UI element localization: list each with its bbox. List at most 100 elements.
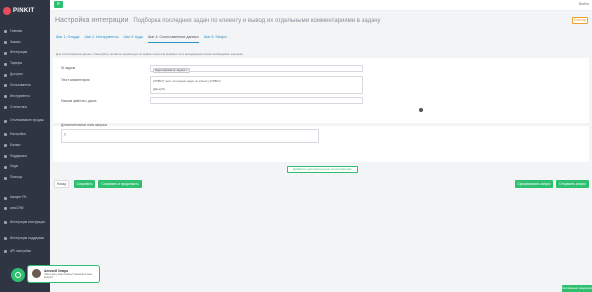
sidebar-item-label: Отслеживание продаж (10, 118, 44, 123)
settings-icon (4, 133, 7, 137)
mapping-hint: Для сопоставления данных, пожалуйста, вс… (56, 52, 243, 56)
sidebar-item-label: Доступы (10, 72, 23, 77)
sidebar-item-label: Заказы (10, 39, 21, 44)
integrations-icon (4, 51, 7, 55)
logo-text: PINKIT (13, 8, 35, 14)
sidebar-item-balance[interactable]: Баланс (0, 140, 50, 151)
files-label: Массив файлов с диска (61, 99, 97, 103)
leads-icon (4, 165, 7, 169)
sidebar-item-label: Инструменты (10, 93, 30, 98)
id-field[interactable]: Идентификатор задачи × (150, 65, 363, 74)
sidebar-item-settings[interactable]: Настройки (0, 129, 50, 140)
home-icon (4, 29, 7, 33)
gear-icon[interactable] (419, 108, 423, 112)
sidebar-item-label: Интеграции (10, 50, 28, 55)
access-icon (4, 73, 7, 77)
save-continue-button[interactable]: Сохранить и продолжить (98, 180, 142, 188)
balance-icon (4, 143, 7, 147)
tab-step-4[interactable]: Шаг 4: Сопоставление данных (147, 34, 199, 43)
logo-icon (3, 7, 11, 15)
chat-icon (15, 272, 21, 278)
chat-message: Чем я могу вам помочь? Напишите ваш вопр… (44, 273, 93, 279)
extra-label: Дополнительные поля запроса (61, 123, 107, 127)
sidebar-item-label: Настройки (10, 131, 26, 136)
tracking-icon (4, 119, 7, 123)
comment-line-2: [Дата] ID) (153, 87, 166, 91)
sidebar-item-support-integration[interactable]: Интеграция поддержки (0, 230, 50, 246)
tab-step-1[interactable]: Шаг 1: Откуда (56, 34, 79, 43)
sidebar-item-instructions[interactable]: Интеграция инструкция (0, 214, 50, 230)
account-icon (4, 196, 7, 200)
sidebar-item-account[interactable]: Аккаунт PK (0, 193, 50, 204)
crm-icon (4, 207, 7, 211)
sidebar-item-label: API настройки (10, 249, 32, 253)
support-icon (4, 154, 7, 158)
sidebar-item-label: Лиды (10, 164, 19, 169)
hamburger-icon[interactable]: ≡ (54, 1, 63, 8)
help-button[interactable]: Помощь (572, 17, 588, 24)
sidebar-item-leads[interactable]: Лиды (0, 162, 50, 173)
sidebar-item-orders[interactable]: Заказы (0, 37, 50, 48)
sidebar-item-label: Баланс (10, 142, 21, 147)
back-button[interactable]: Назад (54, 180, 69, 188)
chat-popup[interactable]: Алексей Опара Чем я могу вам помочь? Нап… (27, 265, 100, 283)
tab-step-3[interactable]: Шаг 3: Куда (123, 34, 142, 43)
comment-label: Текст комментария (61, 78, 90, 82)
sidebar: PINKIT Главная Заказы Интеграции Тарифы … (0, 0, 50, 292)
sidebar-item-crm[interactable]: amoCRM (0, 203, 50, 214)
stats-icon (4, 106, 7, 110)
sidebar-item-tariffs[interactable]: Тарифы (0, 59, 50, 70)
doc-icon (4, 220, 7, 224)
logo[interactable]: PINKIT (3, 6, 47, 16)
notifications-badge[interactable]: Системные уведомления (562, 285, 592, 292)
tab-step-5[interactable]: Шаг 5: Запуск (204, 34, 227, 43)
sidebar-item-integrations[interactable]: Интеграции (0, 48, 50, 59)
id-chip[interactable]: Идентификатор задачи × (153, 68, 190, 74)
sidebar-item-label: Помощь (10, 175, 23, 180)
comment-textarea[interactable]: [ОТВЕТ] текст последних задач по клиенту… (150, 76, 363, 94)
extra-value: [] (64, 132, 66, 136)
send-request-button[interactable]: Отправить запрос (556, 180, 589, 188)
form-request-button[interactable]: Сформировать запрос (515, 180, 553, 188)
sidebar-item-label: amoCRM (10, 206, 24, 211)
sidebar-item-label: Пользователи (10, 83, 31, 88)
sidebar-item-stats[interactable]: Статистика (0, 102, 50, 113)
sidebar-item-label: Интеграция поддержки (10, 235, 45, 240)
orders-icon (4, 40, 7, 44)
sidebar-item-support[interactable]: Поддержка (0, 151, 50, 162)
sidebar-item-label: Аккаунт PK (10, 195, 27, 200)
tariffs-icon (4, 62, 7, 66)
step-tabs: Шаг 1: Откуда Шаг 2: Инструменты Шаг 3: … (56, 34, 227, 43)
page-title: Настройка интеграции Подборка последних з… (55, 17, 381, 24)
sidebar-item-help[interactable]: Помощь (0, 173, 50, 184)
comment-line-1: [ОТВЕТ] текст последних задач по клиенту… (153, 79, 221, 83)
sidebar-item-home[interactable]: Главная (0, 26, 50, 37)
extra-textarea[interactable]: [] (61, 129, 319, 143)
sidebar-item-users[interactable]: Пользователи (0, 80, 50, 91)
sidebar-item-tracking[interactable]: Отслеживание продаж (0, 113, 50, 129)
api-icon (4, 250, 7, 254)
sidebar-item-label: Интеграция инструкция (10, 219, 45, 224)
files-field[interactable] (150, 97, 363, 104)
sidebar-item-access[interactable]: Доступы (0, 70, 50, 81)
add-mapping-button[interactable]: Добавить дополнительное сопоставление (287, 166, 358, 173)
sidebar-item-label: Тарифы (10, 61, 23, 66)
save-button[interactable]: Сохранить (74, 180, 95, 188)
page-subtitle: Подборка последних задач по клиенту и вы… (133, 18, 381, 24)
sidebar-item-label: Статистика (10, 104, 27, 109)
tab-step-2[interactable]: Шаг 2: Инструменты (84, 34, 118, 43)
main-content: Настройка интеграции Подборка последних з… (50, 11, 592, 292)
sidebar-nav: Главная Заказы Интеграции Тарифы Доступы… (0, 26, 50, 257)
id-label: ID задачи (61, 66, 76, 70)
sidebar-item-label: Поддержка (10, 153, 27, 158)
chat-button[interactable] (11, 268, 25, 282)
sidebar-item-tools[interactable]: Инструменты (0, 91, 50, 102)
avatar (32, 269, 41, 278)
sidebar-item-api[interactable]: API настройки (0, 246, 50, 257)
help-icon (4, 176, 7, 180)
users-icon (4, 84, 7, 88)
logout-link[interactable]: Выйти (579, 2, 589, 6)
page-title-text: Настройка интеграции (55, 17, 129, 24)
doc-icon (4, 236, 7, 240)
sidebar-item-label: Главная (10, 28, 23, 33)
